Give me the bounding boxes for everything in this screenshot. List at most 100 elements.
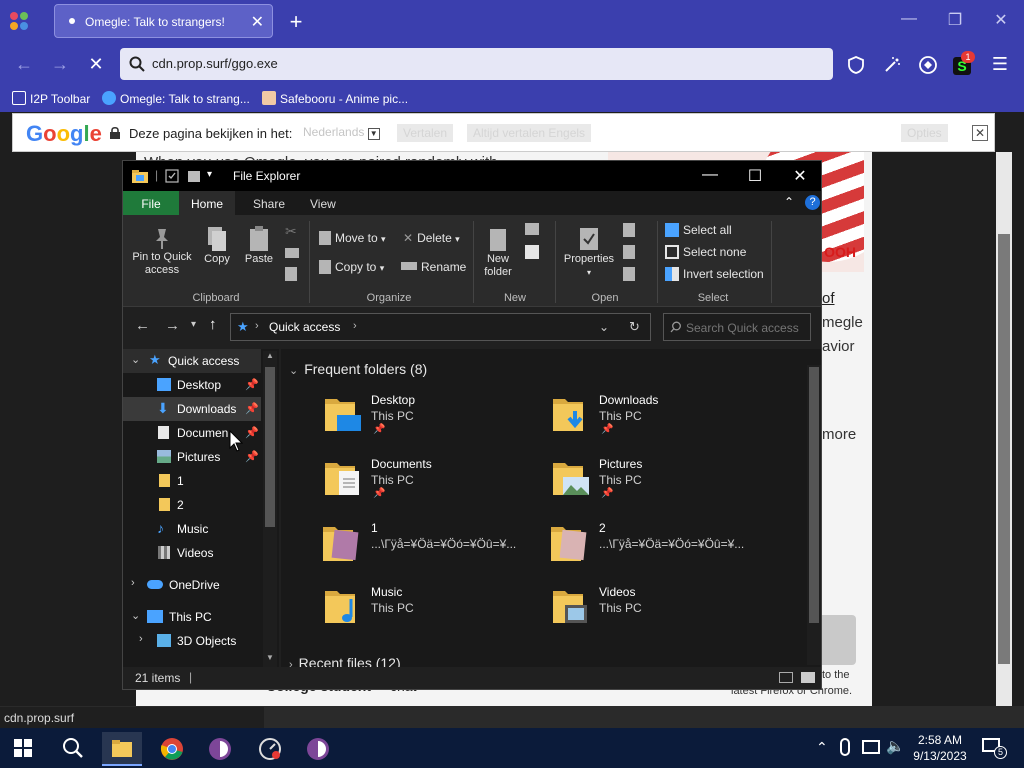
breadcrumb-quick-access[interactable]: Quick access [269,320,340,334]
translate-button[interactable]: Vertalen [397,124,454,142]
recent-locations-button[interactable]: ▾ [191,319,196,330]
maximize-button[interactable]: ☐ [740,166,770,186]
close-icon[interactable]: ✕ [972,125,988,141]
stop-loading-button[interactable]: ✕ [84,54,108,75]
minimize-window-button[interactable]: — [897,10,921,28]
folder-tile-documents[interactable]: Documents This PC 📌 [321,457,541,515]
address-bar[interactable]: ★ › Quick access › ⌄ ↻ [230,313,651,341]
of-link[interactable]: of [822,290,835,307]
restore-window-button[interactable]: ❐ [943,10,967,30]
folder-tile-videos[interactable]: Videos This PC [549,585,769,643]
chevron-right-icon[interactable]: › [131,577,135,589]
new-item-icon[interactable] [525,223,539,235]
recent-files-header[interactable]: › Recent files (12) [289,655,401,667]
notification-center-button[interactable]: 5 [982,738,1007,759]
nav-item-folder-1[interactable]: 1 [123,469,261,493]
nav-item-3d-objects[interactable]: › 3D Objects [123,629,261,653]
show-hidden-icons-icon[interactable]: ⌃ [816,739,828,756]
browser-tab[interactable]: Omegle: Talk to strangers! ✕ [54,4,273,38]
copy-to-button[interactable]: Copy to ▾ [319,260,384,274]
chevron-right-icon[interactable]: › [353,320,357,332]
bookmark-omegle[interactable]: Omegle: Talk to strang... [102,91,250,107]
help-icon[interactable]: ? [805,195,820,210]
close-tab-icon[interactable]: ✕ [251,12,264,32]
always-translate-button[interactable]: Altijd vertalen Engels [467,124,592,142]
easy-access-icon[interactable] [525,245,539,259]
details-view-icon[interactable] [779,672,793,683]
history-icon[interactable] [623,267,635,281]
invert-selection-button[interactable]: Invert selection [665,267,764,281]
select-all-button[interactable]: Select all [665,223,732,237]
rename-button[interactable]: Rename [401,260,466,274]
search-icon[interactable] [62,737,84,759]
pin-to-quick-access-button[interactable]: Pin to Quick access [129,225,195,277]
cut-icon[interactable]: ✂ [285,223,297,240]
copy-button[interactable]: Copy [199,225,235,266]
chevron-down-icon[interactable]: ⌄ [131,609,140,622]
properties-icon[interactable] [165,169,179,183]
windows-start-icon[interactable] [14,739,32,757]
new-folder-button[interactable]: New folder [479,225,517,279]
folder-tile-2[interactable]: 2 ...\Гÿå=¥Öä=¥Öó=¥Öû=¥... [549,521,769,579]
bookmark-safebooru[interactable]: Safebooru - Anime pic... [262,91,408,107]
nav-item-onedrive[interactable]: › OneDrive [123,573,261,597]
tab-share[interactable]: Share [241,191,297,215]
forward-button[interactable]: → [48,54,72,75]
quick-access-toolbar-dropdown-icon[interactable]: ▾ [207,169,212,180]
tab-home[interactable]: Home [179,191,236,215]
collapse-ribbon-icon[interactable]: ⌃ [784,195,794,209]
chevron-down-icon[interactable]: ⌄ [131,353,140,366]
up-button[interactable]: ↑ [209,316,217,333]
copy-path-icon[interactable] [285,248,299,258]
edit-icon[interactable] [623,245,635,259]
properties-button[interactable]: Properties ▾ [561,225,617,279]
folder-tile-music[interactable]: Music This PC [321,585,541,643]
taskbar-tor-browser-1[interactable] [200,732,240,766]
system-clock[interactable]: 2:58 AM 9/13/2023 [910,732,970,764]
extension-circle-icon[interactable] [918,55,938,75]
taskbar-recording-app[interactable] [250,732,290,766]
move-to-button[interactable]: Move to ▾ [319,231,386,245]
taskbar-file-explorer[interactable] [102,732,142,766]
open-icon[interactable] [623,223,635,237]
folder-tile-pictures[interactable]: Pictures This PC 📌 [549,457,769,515]
refresh-icon[interactable]: ↻ [629,319,640,335]
taskbar-tor-browser-2[interactable] [298,732,338,766]
address-history-icon[interactable]: ⌄ [599,320,609,334]
back-button[interactable]: ← [135,317,150,334]
menu-icon[interactable]: ☰ [988,54,1012,75]
network-icon[interactable] [862,740,880,754]
volume-icon[interactable]: 🔈 [886,737,905,755]
frequent-folders-header[interactable]: ⌄ Frequent folders (8) [289,361,427,377]
page-scrollbar[interactable] [996,152,1012,706]
folder-tile-downloads[interactable]: Downloads This PC 📌 [549,393,769,451]
bookmark-i2p-toolbar[interactable]: I2P Toolbar [12,91,90,107]
delete-button[interactable]: ✕ Delete ▾ [403,231,460,245]
extension-s-button[interactable]: S 1 [953,51,975,77]
search-input[interactable] [686,318,808,338]
minimize-button[interactable]: — [695,166,725,184]
explorer-title-bar[interactable]: | ▾ File Explorer — ☐ ✕ [123,161,821,191]
nav-item-this-pc[interactable]: ⌄ This PC [123,605,261,629]
forward-button[interactable]: → [165,317,180,334]
large-icons-view-icon[interactable] [801,672,815,683]
nav-item-quick-access[interactable]: ⌄ ★ Quick access [123,349,261,373]
chevron-right-icon[interactable]: › [139,633,143,645]
back-button[interactable]: ← [12,54,36,75]
new-tab-button[interactable]: + [284,8,308,36]
nav-item-videos[interactable]: Videos [123,541,261,565]
magic-wand-icon[interactable] [882,55,902,75]
nav-scrollbar[interactable]: ▲ ▼ [263,351,277,667]
scroll-up-icon[interactable]: ▲ [266,351,274,360]
language-select[interactable]: Nederlands ▼ [303,125,380,140]
url-bar[interactable]: cdn.prop.surf/ggo.exe [120,48,833,80]
nav-item-music[interactable]: ♪ Music [123,517,261,541]
close-window-button[interactable]: ✕ [989,10,1013,30]
tab-file[interactable]: File [123,191,179,215]
microphone-icon[interactable] [840,738,850,756]
shield-icon[interactable] [846,55,866,75]
content-scrollbar[interactable] [807,365,821,665]
scroll-down-icon[interactable]: ▼ [266,653,274,662]
paste-button[interactable]: Paste [241,225,277,266]
apps-icon[interactable] [8,10,30,32]
